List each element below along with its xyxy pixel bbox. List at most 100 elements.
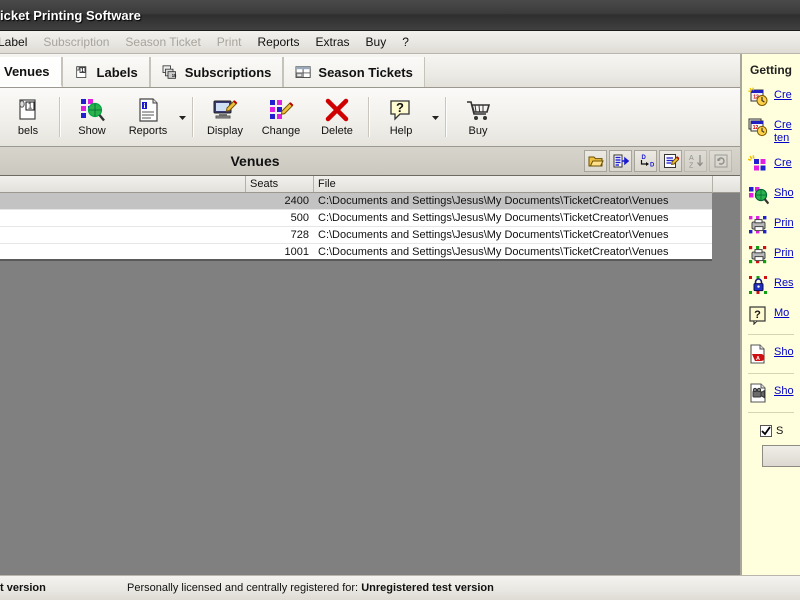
tab-subscriptions[interactable]: 15 Subscriptions [149, 57, 284, 87]
column-header-file[interactable]: File [314, 176, 712, 192]
status-license: Personally licensed and centrally regist… [127, 582, 494, 594]
sidebar-item-label: Sho [774, 346, 794, 358]
toolbar-button-label: Change [261, 125, 301, 137]
svg-text:?: ? [754, 309, 761, 321]
duplicate-icon: DD [638, 153, 654, 169]
sidebar-item-label: Cre [774, 157, 792, 169]
sidebar-checkbox-row[interactable]: S [742, 417, 800, 437]
toolbar-delete-button[interactable]: Delete [309, 91, 365, 143]
window-title: icket Printing Software [0, 7, 141, 23]
labels-icon: 1 [15, 97, 41, 123]
toolbar-button-label: bels [17, 125, 39, 137]
sidebar-checkbox-label: S [776, 425, 784, 437]
toolbar-change-button[interactable]: Change [253, 91, 309, 143]
sidebar-item-create-template[interactable]: 12 Cre ten [742, 112, 800, 150]
sidebar-item-lock[interactable]: Res [742, 270, 800, 300]
sidebar-close-button[interactable] [762, 445, 800, 467]
sidebar-item-show-venue[interactable]: Sho [742, 180, 800, 210]
toolbar-button-label: Show [78, 125, 106, 137]
table-row[interactable]: 500 C:\Documents and Settings\Jesus\My Do… [0, 210, 712, 227]
menu-item-reports[interactable]: Reports [249, 32, 307, 52]
cell-file: C:\Documents and Settings\Jesus\My Docum… [318, 212, 669, 224]
label-icon: 1 [74, 65, 91, 80]
column-header-name[interactable] [0, 176, 246, 192]
table-body: 2400 C:\Documents and Settings\Jesus\My D… [0, 193, 712, 259]
delete-icon [324, 97, 350, 123]
sort-az-icon: AZ [688, 153, 704, 169]
sidebar-item-pdf[interactable]: A Sho [742, 339, 800, 369]
create-venue-icon [748, 155, 769, 175]
sidebar-item-label: Mo [774, 307, 790, 319]
sidebar-item-video[interactable]: Sho [742, 378, 800, 408]
show-venue-icon [748, 185, 769, 205]
menu-item-buy[interactable]: Buy [358, 32, 395, 52]
table-header-corner [712, 176, 740, 193]
sidebar-item-print-tickets[interactable]: Prin [742, 210, 800, 240]
svg-text:i: i [144, 102, 146, 110]
cell-name [0, 200, 246, 202]
tab-labels[interactable]: 1 Labels [61, 57, 150, 87]
menu-item-extras[interactable]: Extras [308, 32, 358, 52]
cell-file: C:\Documents and Settings\Jesus\My Docum… [318, 195, 669, 207]
create-event-icon: 12 [748, 87, 769, 107]
create-template-icon: 12 [748, 117, 769, 137]
toolbar-separator [59, 97, 61, 137]
sidebar-item-label: Prin [774, 247, 794, 259]
menu-bar: Label Subscription Season Ticket Print Repor… [0, 31, 800, 54]
sidebar-item-create-event[interactable]: 12 Cre [742, 82, 800, 112]
tab-venues[interactable]: Venues [0, 57, 62, 87]
chevron-down-icon[interactable] [176, 91, 189, 143]
export-icon [613, 153, 629, 169]
column-header-seats[interactable]: Seats [246, 176, 314, 192]
toolbar-button-label: Reports [128, 125, 168, 137]
chevron-down-icon[interactable] [429, 91, 442, 143]
toolbar-button-label: Display [206, 125, 244, 137]
toolbar-display-button[interactable]: Display [197, 91, 253, 143]
main-toolbar: 1 bels Show i Reports Display Change Delete? Hel… [0, 88, 800, 147]
panel-toolbar: DD AZ [584, 150, 732, 172]
tab-label: Season Tickets [318, 64, 413, 80]
open-folder-button[interactable] [584, 150, 607, 172]
checkbox[interactable] [760, 425, 772, 437]
refresh-icon [713, 153, 729, 169]
svg-text:A: A [756, 356, 760, 362]
status-version: t version [0, 582, 46, 594]
sidebar-item-label: Cre ten [774, 119, 792, 144]
duplicate-button[interactable]: DD [634, 150, 657, 172]
table-row[interactable]: 2400 C:\Documents and Settings\Jesus\My D… [0, 193, 712, 210]
work-area: Venues DDAZ Seats File 2400 C:\Documents a… [0, 147, 740, 571]
sidebar-items: 12 Cre 12 Cre ten Cre Sho Prin Prin Res? Mo A Sho Sho… [742, 82, 800, 467]
refresh-button [709, 150, 732, 172]
toolbar-bels-button[interactable]: 1 bels [0, 91, 56, 143]
tab-label: Subscriptions [184, 64, 272, 80]
sidebar-item-label: Sho [774, 385, 794, 397]
sort-az-button: AZ [684, 150, 707, 172]
pdf-icon: A [748, 344, 769, 364]
cell-seats: 728 [290, 229, 309, 241]
menu-item-label[interactable]: Label [0, 32, 35, 52]
sidebar-divider [748, 334, 794, 335]
svg-text:D: D [641, 155, 646, 161]
sidebar-item-question[interactable]: ? Mo [742, 300, 800, 330]
export-button[interactable] [609, 150, 632, 172]
toolbar-reports-button[interactable]: i Reports [120, 91, 176, 143]
table-row[interactable]: 1001 C:\Documents and Settings\Jesus\My D… [0, 244, 712, 259]
cell-seats: 2400 [284, 195, 309, 207]
application-window: icket Printing Software Label Subscriptio… [0, 0, 800, 600]
toolbar-buy-button[interactable]: Buy [450, 91, 506, 143]
sidebar-item-create-venue[interactable]: Cre [742, 150, 800, 180]
edit-icon [663, 153, 679, 169]
sidebar-item-label: Sho [774, 187, 794, 199]
tab-season-tickets[interactable]: Season Tickets [283, 57, 425, 87]
sidebar-item-print-reserved[interactable]: Prin [742, 240, 800, 270]
sidebar-divider [748, 373, 794, 374]
toolbar-separator [192, 97, 194, 137]
season-ticket-icon [295, 65, 312, 80]
menu-item-[interactable]: ? [394, 32, 417, 52]
lock-icon [748, 275, 769, 295]
open-folder-icon [588, 153, 604, 169]
edit-button[interactable] [659, 150, 682, 172]
toolbar-show-button[interactable]: Show [64, 91, 120, 143]
toolbar-help-button[interactable]: ? Help [373, 91, 429, 143]
table-row[interactable]: 728 C:\Documents and Settings\Jesus\My Do… [0, 227, 712, 244]
